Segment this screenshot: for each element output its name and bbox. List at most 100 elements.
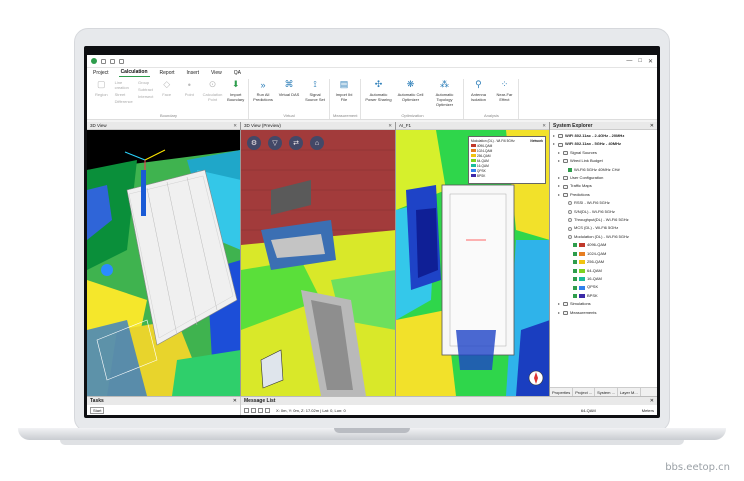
menu-report[interactable]: Report bbox=[158, 70, 177, 77]
close-window-button[interactable]: ✕ bbox=[648, 58, 653, 65]
intersect-tool[interactable]: Intersect bbox=[138, 94, 153, 99]
checkbox[interactable] bbox=[573, 268, 577, 273]
expand-chevron-icon[interactable]: ▸ bbox=[557, 149, 561, 157]
tree-node[interactable]: ▸ Signal Sources bbox=[552, 149, 655, 157]
expand-chevron-icon[interactable]: ▸ bbox=[557, 174, 561, 182]
floorplan-canvas[interactable]: Modulation (DL) - Wi-Fi6 5GHz Network 409… bbox=[396, 130, 549, 396]
tab-system[interactable]: System ... bbox=[595, 388, 618, 396]
tab-3d-view-preview[interactable]: 3D View (Preview) ✕ bbox=[241, 122, 395, 130]
subtract-tool[interactable]: Subtract bbox=[138, 87, 153, 92]
street-tool[interactable]: Street bbox=[115, 92, 134, 97]
menu-project[interactable]: Project bbox=[91, 70, 111, 77]
close-icon[interactable]: ✕ bbox=[650, 123, 654, 129]
close-icon[interactable]: ✕ bbox=[650, 398, 654, 404]
expand-chevron-icon[interactable]: ▸ bbox=[557, 300, 561, 308]
tree-node[interactable]: ▸ WiFi 802.11ac - 2.4GHz - 20MHz bbox=[552, 132, 655, 140]
folder-icon bbox=[563, 302, 568, 307]
tree-node[interactable]: ▸ Predictions bbox=[552, 191, 655, 199]
antenna-isolation-button[interactable]: ⚲ Antenna Isolation bbox=[467, 79, 489, 113]
close-icon[interactable]: ✕ bbox=[233, 123, 237, 129]
tree-node[interactable]: MCS (DL) - Wi-Fi6 5GHz bbox=[552, 224, 655, 232]
tree-node[interactable]: ▸ Measurements bbox=[552, 309, 655, 317]
tree-node-label: WiFi 802.11ac - 2.4GHz - 20MHz bbox=[565, 133, 625, 138]
measure-icon[interactable] bbox=[265, 408, 270, 413]
tree-node[interactable]: Wi-Fi6 5GHz 40MHz CH# bbox=[552, 166, 655, 174]
tree-node[interactable]: 4096-QAM bbox=[552, 241, 655, 249]
region-button[interactable]: ▢ Region bbox=[92, 79, 111, 113]
tab-project[interactable]: Project ... bbox=[573, 388, 596, 396]
calculation-point-button[interactable]: ⊙ Calculation Point bbox=[203, 79, 223, 113]
close-icon[interactable]: ✕ bbox=[388, 123, 392, 129]
snap-icon[interactable] bbox=[251, 408, 256, 413]
maximize-button[interactable]: □ bbox=[638, 58, 642, 65]
undo-icon[interactable] bbox=[110, 58, 115, 64]
grid-icon[interactable] bbox=[244, 408, 249, 413]
redo-icon[interactable] bbox=[119, 58, 124, 64]
tree-node[interactable]: ▸ Traffic Maps bbox=[552, 182, 655, 190]
point-button[interactable]: • Point bbox=[180, 79, 199, 113]
difference-tool[interactable]: Difference bbox=[115, 99, 134, 104]
menu-insert[interactable]: Insert bbox=[185, 70, 202, 77]
automatic-topology-optimizer-button[interactable]: ⁂ Automatic Topology Optimizer bbox=[428, 79, 460, 113]
power-sharing-icon: ✣ bbox=[374, 79, 383, 89]
start-button[interactable]: Start bbox=[90, 407, 105, 414]
checkbox[interactable] bbox=[573, 260, 577, 265]
tree-node-label: S/N(DL) - Wi-Fi6 5GHz bbox=[574, 208, 615, 214]
tree-node[interactable]: QPSK bbox=[552, 283, 655, 291]
signal-source-set-button[interactable]: ⟟ Signal Source Set bbox=[304, 79, 326, 113]
group-tool[interactable]: Group bbox=[138, 80, 153, 85]
tree-node[interactable]: 256-QAM bbox=[552, 258, 655, 266]
tab-3d-view[interactable]: 3D View ✕ bbox=[87, 122, 240, 130]
tab-ai-f1[interactable]: AI_F1 ✕ bbox=[396, 122, 549, 130]
automatic-cell-optimizer-button[interactable]: ❋ Automatic Cell Optimizer bbox=[396, 79, 424, 113]
tree-node[interactable]: 16-QAM bbox=[552, 275, 655, 283]
expand-chevron-icon[interactable]: ▸ bbox=[552, 132, 556, 140]
close-icon[interactable]: ✕ bbox=[542, 123, 546, 129]
run-all-predictions-button[interactable]: » Run All Predictions bbox=[252, 79, 274, 113]
filter-icon[interactable]: ▽ bbox=[268, 136, 282, 150]
menu-calculation[interactable]: Calculation bbox=[118, 69, 150, 77]
save-icon[interactable] bbox=[101, 58, 106, 64]
close-icon[interactable]: ✕ bbox=[233, 398, 237, 404]
checkbox[interactable] bbox=[573, 277, 577, 282]
tree-node[interactable]: S/N(DL) - Wi-Fi6 5GHz bbox=[552, 208, 655, 216]
minimize-button[interactable]: — bbox=[626, 58, 632, 65]
tab-layer[interactable]: Layer M... bbox=[618, 388, 641, 396]
checkbox[interactable] bbox=[573, 285, 577, 290]
tree-node[interactable]: BPSK bbox=[552, 292, 655, 300]
swap-icon[interactable]: ⇄ bbox=[289, 136, 303, 150]
menu-view[interactable]: View bbox=[209, 70, 224, 77]
expand-chevron-icon[interactable]: ▸ bbox=[557, 182, 561, 190]
tree-node[interactable]: Throughput(DL) - Wi-Fi6 5GHz bbox=[552, 216, 655, 224]
ortho-icon[interactable] bbox=[258, 408, 263, 413]
tree-node[interactable]: Modulation (DL) - Wi-Fi6 5GHz bbox=[552, 233, 655, 241]
expand-chevron-icon[interactable]: ▸ bbox=[552, 140, 556, 148]
tree-node-label: 16-QAM bbox=[587, 275, 602, 281]
expand-chevron-icon[interactable]: ▸ bbox=[557, 157, 561, 165]
home-icon[interactable]: ⌂ bbox=[310, 136, 324, 150]
tree-node[interactable]: RSSI - Wi-Fi6 5GHz bbox=[552, 199, 655, 207]
checkbox[interactable] bbox=[573, 243, 577, 248]
tree-node[interactable]: ▸ Simulations bbox=[552, 300, 655, 308]
import-ibi-file-button[interactable]: ▤ Import Ibi File bbox=[333, 79, 355, 113]
gear-icon[interactable]: ⚙ bbox=[247, 136, 261, 150]
near-far-effect-button[interactable]: ⁘ Near-Far Effect bbox=[493, 79, 515, 113]
expand-chevron-icon[interactable]: ▸ bbox=[557, 191, 561, 199]
3d-view-canvas[interactable] bbox=[87, 130, 240, 396]
expand-chevron-icon[interactable]: ▸ bbox=[557, 309, 561, 317]
tree-node[interactable]: ▸ User Configuration bbox=[552, 174, 655, 182]
checkbox[interactable] bbox=[573, 251, 577, 256]
virtual-das-button[interactable]: ⌘ Virtual DAS bbox=[278, 79, 300, 113]
tree-node[interactable]: 64-QAM bbox=[552, 267, 655, 275]
line-creation-tool[interactable]: Line creation bbox=[115, 80, 134, 90]
checkbox[interactable] bbox=[573, 293, 577, 298]
face-button[interactable]: ◇ Face bbox=[157, 79, 176, 113]
tree-node[interactable]: ▸ WiFi 802.11ax - 5GHz - 40MHz bbox=[552, 140, 655, 148]
menu-qa[interactable]: QA bbox=[232, 70, 243, 77]
tree-node[interactable]: 1024-QAM bbox=[552, 250, 655, 258]
automatic-power-sharing-button[interactable]: ✣ Automatic Power Sharing bbox=[364, 79, 392, 113]
tab-properties[interactable]: Properties bbox=[550, 388, 574, 396]
3d-preview-canvas[interactable]: ⚙ ▽ ⇄ ⌂ bbox=[241, 130, 395, 396]
tree-node[interactable]: ▸ Wired Link Budget bbox=[552, 157, 655, 165]
import-boundary-button[interactable]: ⬇ Import Boundary bbox=[226, 79, 245, 113]
